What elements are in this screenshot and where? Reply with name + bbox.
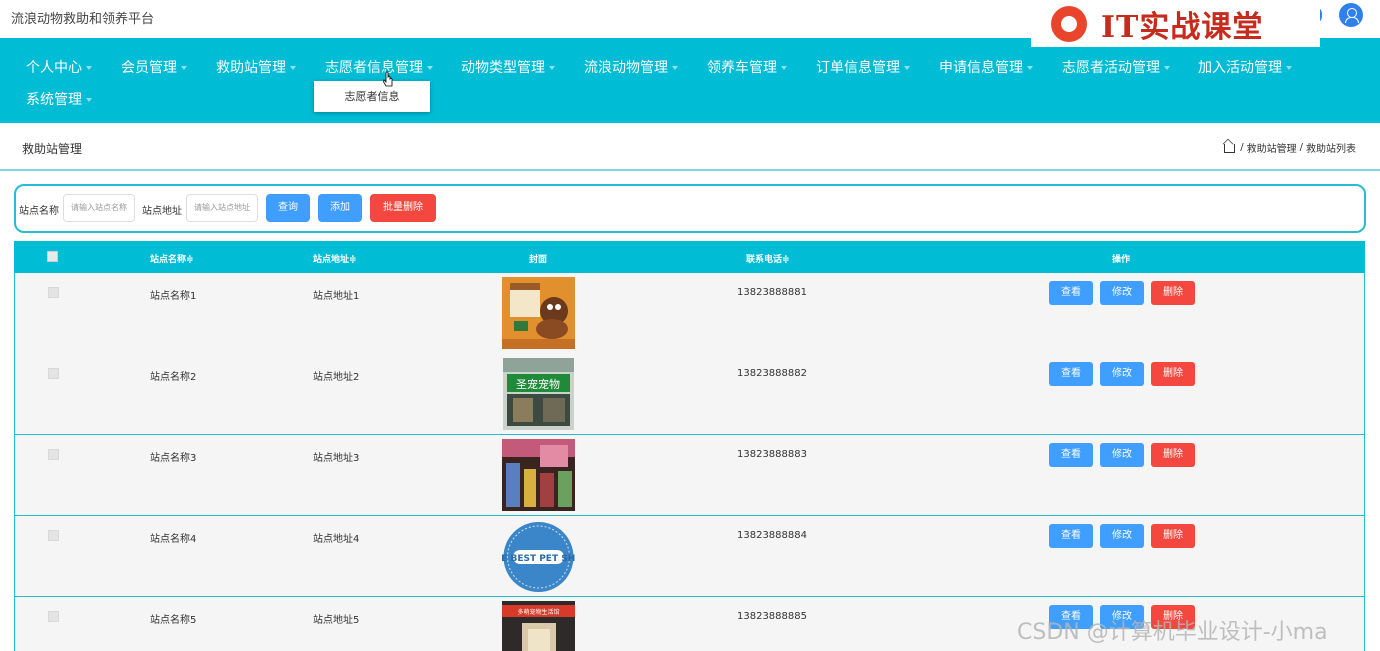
cover-shop-sign: 多萌宠物生活馆 — [517, 608, 559, 616]
chevron-down-icon — [1027, 66, 1033, 70]
nav-item-stray-animal-management[interactable]: 流浪动物管理 — [584, 57, 678, 77]
query-button[interactable]: 查询 — [266, 194, 310, 222]
chevron-down-icon — [904, 66, 910, 70]
edit-button[interactable]: 修改 — [1100, 524, 1144, 548]
column-station-address[interactable]: 站点地址≑ — [313, 252, 357, 265]
chevron-down-icon — [181, 66, 187, 70]
station-address-label: 站点地址 — [142, 206, 182, 217]
station-cover-image: THE BEST PET SHOP — [502, 520, 575, 592]
phone-cell: 13823888883 — [737, 449, 807, 460]
nav-item-rescue-station-management[interactable]: 救助站管理 — [216, 57, 296, 77]
station-name-cell: 站点名称5 — [150, 615, 197, 626]
phone-cell: 13823888882 — [737, 368, 807, 379]
chevron-down-icon — [86, 66, 92, 70]
home-icon[interactable] — [1224, 144, 1236, 153]
nav-item-application-management[interactable]: 申请信息管理 — [939, 57, 1033, 77]
breadcrumb: / 救助站管理 / 救助站列表 — [1224, 140, 1356, 155]
nav-item-volunteer-activity-management[interactable]: 志愿者活动管理 — [1062, 57, 1170, 77]
cover-shop-sign: 圣宠宠物 — [516, 377, 560, 391]
row-checkbox[interactable] — [48, 611, 59, 622]
column-station-name[interactable]: 站点名称≑ — [150, 252, 194, 265]
chevron-down-icon — [672, 66, 678, 70]
station-name-cell: 站点名称3 — [150, 453, 197, 464]
view-button[interactable]: 查看 — [1049, 524, 1093, 548]
dropdown-item-volunteer-info[interactable]: 志愿者信息 — [314, 81, 430, 112]
nav-item-member-management[interactable]: 会员管理 — [121, 57, 187, 77]
add-button[interactable]: 添加 — [318, 194, 362, 222]
station-name-cell: 站点名称1 — [150, 291, 197, 302]
breadcrumb-item[interactable]: 救助站管理 — [1247, 140, 1297, 155]
delete-button[interactable]: 删除 — [1151, 281, 1195, 305]
delete-button[interactable]: 删除 — [1151, 443, 1195, 467]
station-cover-image — [502, 439, 575, 511]
chevron-down-icon — [781, 66, 787, 70]
search-panel: 站点名称 请输入站点名称 站点地址 请输入站点地址 查询 添加 批量删除 — [14, 184, 1366, 233]
nav-item-volunteer-management[interactable]: 志愿者信息管理 — [325, 57, 433, 77]
station-name-input[interactable]: 请输入站点名称 — [63, 194, 135, 222]
chevron-down-icon — [1164, 66, 1170, 70]
station-name-cell: 站点名称2 — [150, 372, 197, 383]
watermark-text: IT实战课堂 — [1101, 9, 1264, 45]
watermark-banner: IT实战课堂 — [1031, 0, 1320, 47]
nav-item-system-management[interactable]: 系统管理 — [26, 89, 92, 109]
nav-item-order-management[interactable]: 订单信息管理 — [816, 57, 910, 77]
app-title: 流浪动物救助和领养平台 — [11, 12, 155, 27]
main-nav: 个人中心 会员管理 救助站管理 志愿者信息管理 动物类型管理 流浪动物管理 领养… — [0, 38, 1380, 123]
column-phone[interactable]: 联系电话≑ — [746, 252, 790, 265]
table-row: 站点名称3 站点地址3 13823888883 查看 修改 删除 — [14, 435, 1365, 516]
column-cover: 封面 — [529, 255, 548, 265]
station-address-cell: 站点地址1 — [313, 291, 360, 302]
edit-button[interactable]: 修改 — [1100, 281, 1144, 305]
nav-item-adoption-cart-management[interactable]: 领养车管理 — [707, 57, 787, 77]
batch-delete-button[interactable]: 批量删除 — [370, 194, 436, 222]
station-cover-image — [502, 277, 575, 349]
user-avatar-icon[interactable] — [1339, 3, 1363, 27]
view-button[interactable]: 查看 — [1049, 281, 1093, 305]
column-actions: 操作 — [1112, 255, 1131, 265]
cover-shop-logo-text: THE BEST PET SHOP — [502, 554, 575, 564]
edit-button[interactable]: 修改 — [1100, 362, 1144, 386]
table-row: 站点名称4 站点地址4 THE BEST PET SHOP 1382388888… — [14, 516, 1365, 597]
page-header: 救助站管理 / 救助站管理 / 救助站列表 — [0, 124, 1380, 171]
phone-cell: 13823888881 — [737, 287, 807, 298]
mouse-cursor-icon — [383, 71, 393, 87]
delete-button[interactable]: 删除 — [1151, 524, 1195, 548]
station-address-cell: 站点地址3 — [313, 453, 360, 464]
nav-item-animal-type-management[interactable]: 动物类型管理 — [461, 57, 555, 77]
station-address-cell: 站点地址5 — [313, 615, 360, 626]
view-button[interactable]: 查看 — [1049, 443, 1093, 467]
station-address-cell: 站点地址4 — [313, 534, 360, 545]
station-cover-image: 多萌宠物生活馆 — [502, 601, 575, 651]
chevron-down-icon — [290, 66, 296, 70]
chevron-down-icon — [1286, 66, 1292, 70]
nav-item-personal-center[interactable]: 个人中心 — [26, 57, 92, 77]
station-cover-image: 圣宠宠物 — [503, 358, 574, 430]
breadcrumb-item-current: 救助站列表 — [1306, 144, 1356, 155]
row-checkbox[interactable] — [48, 530, 59, 541]
select-all-checkbox[interactable] — [47, 251, 58, 262]
station-name-cell: 站点名称4 — [150, 534, 197, 545]
nav-item-join-activity-management[interactable]: 加入活动管理 — [1198, 57, 1292, 77]
delete-button[interactable]: 删除 — [1151, 362, 1195, 386]
station-name-label: 站点名称 — [19, 206, 59, 217]
phone-cell: 13823888885 — [737, 611, 807, 622]
chevron-down-icon — [427, 66, 433, 70]
csdn-watermark: CSDN @计算机毕业设计-小ma — [1017, 620, 1328, 645]
phone-cell: 13823888884 — [737, 530, 807, 541]
chevron-down-icon — [549, 66, 555, 70]
table-row: 站点名称1 站点地址1 13823888881 查看 修改 删除 — [14, 273, 1365, 355]
view-button[interactable]: 查看 — [1049, 362, 1093, 386]
row-checkbox[interactable] — [48, 449, 59, 460]
station-address-cell: 站点地址2 — [313, 372, 360, 383]
station-table: 站点名称≑ 站点地址≑ 封面 联系电话≑ 操作 站点名称1 站点地址1 1382… — [14, 241, 1365, 651]
edit-button[interactable]: 修改 — [1100, 443, 1144, 467]
row-checkbox[interactable] — [48, 368, 59, 379]
station-address-input[interactable]: 请输入站点地址 — [186, 194, 258, 222]
page-title: 救助站管理 — [22, 142, 83, 156]
watermark-logo-icon — [1051, 5, 1087, 42]
table-header: 站点名称≑ 站点地址≑ 封面 联系电话≑ 操作 — [14, 241, 1365, 273]
chevron-down-icon — [86, 98, 92, 102]
row-checkbox[interactable] — [48, 287, 59, 298]
table-row: 站点名称2 站点地址2 圣宠宠物 13823888882 查看 修改 删除 — [14, 354, 1365, 435]
